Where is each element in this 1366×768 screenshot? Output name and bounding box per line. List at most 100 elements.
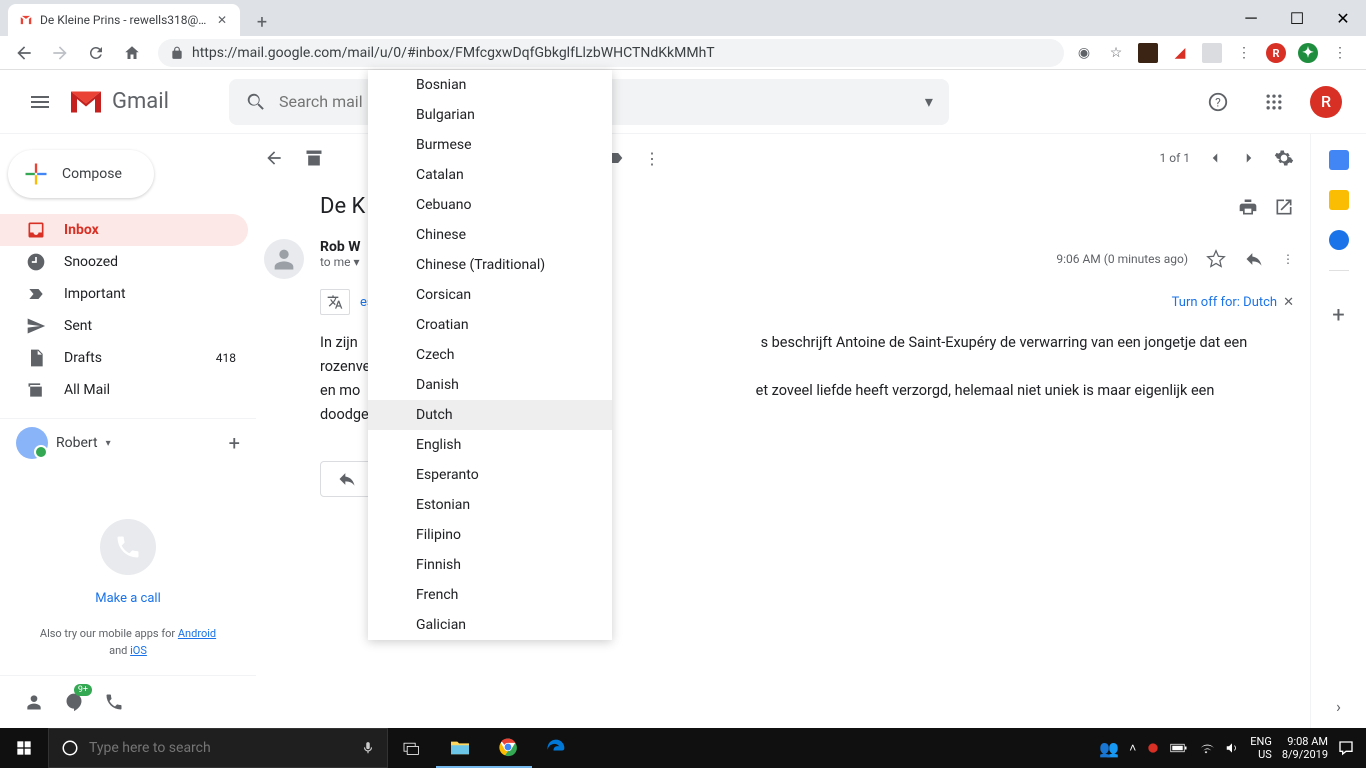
people-icon[interactable]: 👥 bbox=[1099, 739, 1119, 758]
taskbar-lang[interactable]: ENGUS bbox=[1250, 735, 1272, 761]
hide-panel-icon[interactable]: › bbox=[1336, 697, 1341, 716]
print-icon[interactable] bbox=[1238, 197, 1258, 217]
nav-inbox[interactable]: Inbox bbox=[0, 214, 248, 246]
nav-sent[interactable]: Sent bbox=[0, 310, 248, 342]
url-input[interactable]: https://mail.google.com/mail/u/0/#inbox/… bbox=[158, 39, 1064, 67]
phone-tab-icon[interactable] bbox=[96, 684, 132, 720]
ext-icon-1[interactable] bbox=[1138, 43, 1158, 63]
nav-allmail[interactable]: All Mail bbox=[0, 374, 248, 406]
lang-option[interactable]: Cebuano bbox=[368, 190, 612, 220]
tab-close-icon[interactable]: ✕ bbox=[214, 12, 230, 28]
ext-icon-green[interactable]: ✦ bbox=[1298, 43, 1318, 63]
popout-icon[interactable] bbox=[1274, 197, 1294, 217]
hangouts-dropdown-icon[interactable]: ▾ bbox=[106, 438, 111, 449]
wifi-icon[interactable] bbox=[1198, 741, 1214, 755]
lang-option[interactable]: Dutch bbox=[368, 400, 612, 430]
lang-option[interactable]: Finnish bbox=[368, 550, 612, 580]
reload-button[interactable] bbox=[80, 37, 112, 69]
lang-option[interactable]: Chinese (Traditional) bbox=[368, 250, 612, 280]
back-button[interactable] bbox=[8, 37, 40, 69]
ext-icon-4[interactable]: ⋮ bbox=[1234, 43, 1254, 63]
lang-option[interactable]: French bbox=[368, 580, 612, 610]
more-actions-icon[interactable]: ⋮ bbox=[1282, 252, 1294, 266]
minimize-button[interactable]: ─ bbox=[1228, 0, 1274, 36]
settings-icon[interactable] bbox=[1274, 148, 1294, 168]
phone-icon[interactable] bbox=[100, 519, 156, 575]
lang-option[interactable]: Esperanto bbox=[368, 460, 612, 490]
star-icon[interactable] bbox=[1206, 249, 1226, 269]
hangouts-add-icon[interactable]: + bbox=[229, 431, 240, 455]
translate-close-icon[interactable]: ✕ bbox=[1283, 295, 1294, 310]
lang-option[interactable]: Czech bbox=[368, 340, 612, 370]
translate-icon[interactable] bbox=[320, 289, 350, 315]
archive-icon[interactable] bbox=[304, 148, 324, 168]
chrome-menu-icon[interactable]: ⋮ bbox=[1330, 43, 1350, 63]
volume-icon[interactable] bbox=[1224, 741, 1240, 755]
edge-app-icon[interactable] bbox=[532, 728, 580, 768]
main-menu-button[interactable] bbox=[16, 78, 64, 126]
lang-option[interactable]: Catalan bbox=[368, 160, 612, 190]
calendar-addon-icon[interactable] bbox=[1329, 150, 1349, 170]
prev-page-icon[interactable] bbox=[1206, 149, 1224, 167]
forward-button[interactable] bbox=[44, 37, 76, 69]
recipient-dropdown-icon[interactable]: ▾ bbox=[354, 255, 360, 269]
lang-option[interactable]: English bbox=[368, 430, 612, 460]
tray-up-icon[interactable]: ˄ bbox=[1129, 741, 1136, 755]
ios-link[interactable]: iOS bbox=[130, 644, 147, 657]
battery-icon[interactable] bbox=[1170, 742, 1188, 754]
reply-icon[interactable] bbox=[1244, 249, 1264, 269]
make-call-link[interactable]: Make a call bbox=[95, 591, 161, 606]
apps-grid-icon[interactable] bbox=[1254, 82, 1294, 122]
get-addons-icon[interactable]: + bbox=[1332, 303, 1344, 328]
gmail-logo[interactable]: Gmail bbox=[68, 88, 169, 116]
taskbar-search-input[interactable] bbox=[89, 740, 351, 756]
turn-off-link[interactable]: Turn off for: Dutch bbox=[1172, 295, 1277, 310]
lang-option[interactable]: Corsican bbox=[368, 280, 612, 310]
chrome-app-icon[interactable] bbox=[484, 728, 532, 768]
lang-option[interactable]: Croatian bbox=[368, 310, 612, 340]
bookmark-star-icon[interactable]: ☆ bbox=[1106, 43, 1126, 63]
reply-button[interactable] bbox=[320, 461, 374, 497]
browser-tab[interactable]: De Kleine Prins - rewells318@gm ✕ bbox=[8, 4, 240, 36]
nav-snoozed[interactable]: Snoozed bbox=[0, 246, 248, 278]
home-button[interactable] bbox=[116, 37, 148, 69]
start-button[interactable] bbox=[0, 728, 48, 768]
more-icon[interactable]: ⋮ bbox=[644, 149, 660, 168]
eye-icon[interactable]: ◉ bbox=[1074, 43, 1094, 63]
contacts-tab-icon[interactable] bbox=[16, 684, 52, 720]
hangouts-tab-icon[interactable]: 9+ bbox=[56, 684, 92, 720]
maximize-button[interactable]: ☐ bbox=[1274, 0, 1320, 36]
lang-option[interactable]: Bosnian bbox=[368, 70, 612, 100]
support-icon[interactable]: ? bbox=[1198, 82, 1238, 122]
profile-avatar[interactable]: R bbox=[1310, 86, 1342, 118]
taskbar-clock[interactable]: 9:08 AM8/9/2019 bbox=[1282, 735, 1328, 761]
lang-option[interactable]: Danish bbox=[368, 370, 612, 400]
next-page-icon[interactable] bbox=[1240, 149, 1258, 167]
lang-option[interactable]: Burmese bbox=[368, 130, 612, 160]
language-list[interactable]: BosnianBulgarianBurmeseCatalanCebuanoChi… bbox=[368, 70, 612, 640]
lang-option[interactable]: Chinese bbox=[368, 220, 612, 250]
lang-option[interactable]: Galician bbox=[368, 610, 612, 640]
profile-ext-icon[interactable]: R bbox=[1266, 43, 1286, 63]
close-window-button[interactable]: ✕ bbox=[1320, 0, 1366, 36]
nav-important[interactable]: Important bbox=[0, 278, 248, 310]
back-to-inbox-icon[interactable] bbox=[264, 148, 284, 168]
hangouts-user[interactable]: Robert ▾ + bbox=[16, 427, 240, 459]
new-tab-button[interactable]: + bbox=[248, 8, 276, 36]
taskview-icon[interactable] bbox=[388, 728, 436, 768]
keep-addon-icon[interactable] bbox=[1329, 190, 1349, 210]
ext-icon-2[interactable]: ◢ bbox=[1170, 43, 1190, 63]
compose-button[interactable]: Compose bbox=[8, 150, 154, 198]
taskbar-search[interactable] bbox=[48, 728, 388, 768]
search-options-icon[interactable]: ▾ bbox=[925, 92, 933, 111]
mic-icon[interactable] bbox=[361, 739, 375, 757]
tasks-addon-icon[interactable] bbox=[1329, 230, 1349, 250]
ext-icon-3[interactable] bbox=[1202, 43, 1222, 63]
explorer-app-icon[interactable] bbox=[436, 728, 484, 768]
tray-icon-1[interactable] bbox=[1146, 741, 1160, 755]
android-link[interactable]: Android bbox=[178, 627, 216, 640]
lang-option[interactable]: Filipino bbox=[368, 520, 612, 550]
sender-avatar[interactable] bbox=[264, 239, 304, 279]
lang-option[interactable]: Estonian bbox=[368, 490, 612, 520]
lang-option[interactable]: Bulgarian bbox=[368, 100, 612, 130]
